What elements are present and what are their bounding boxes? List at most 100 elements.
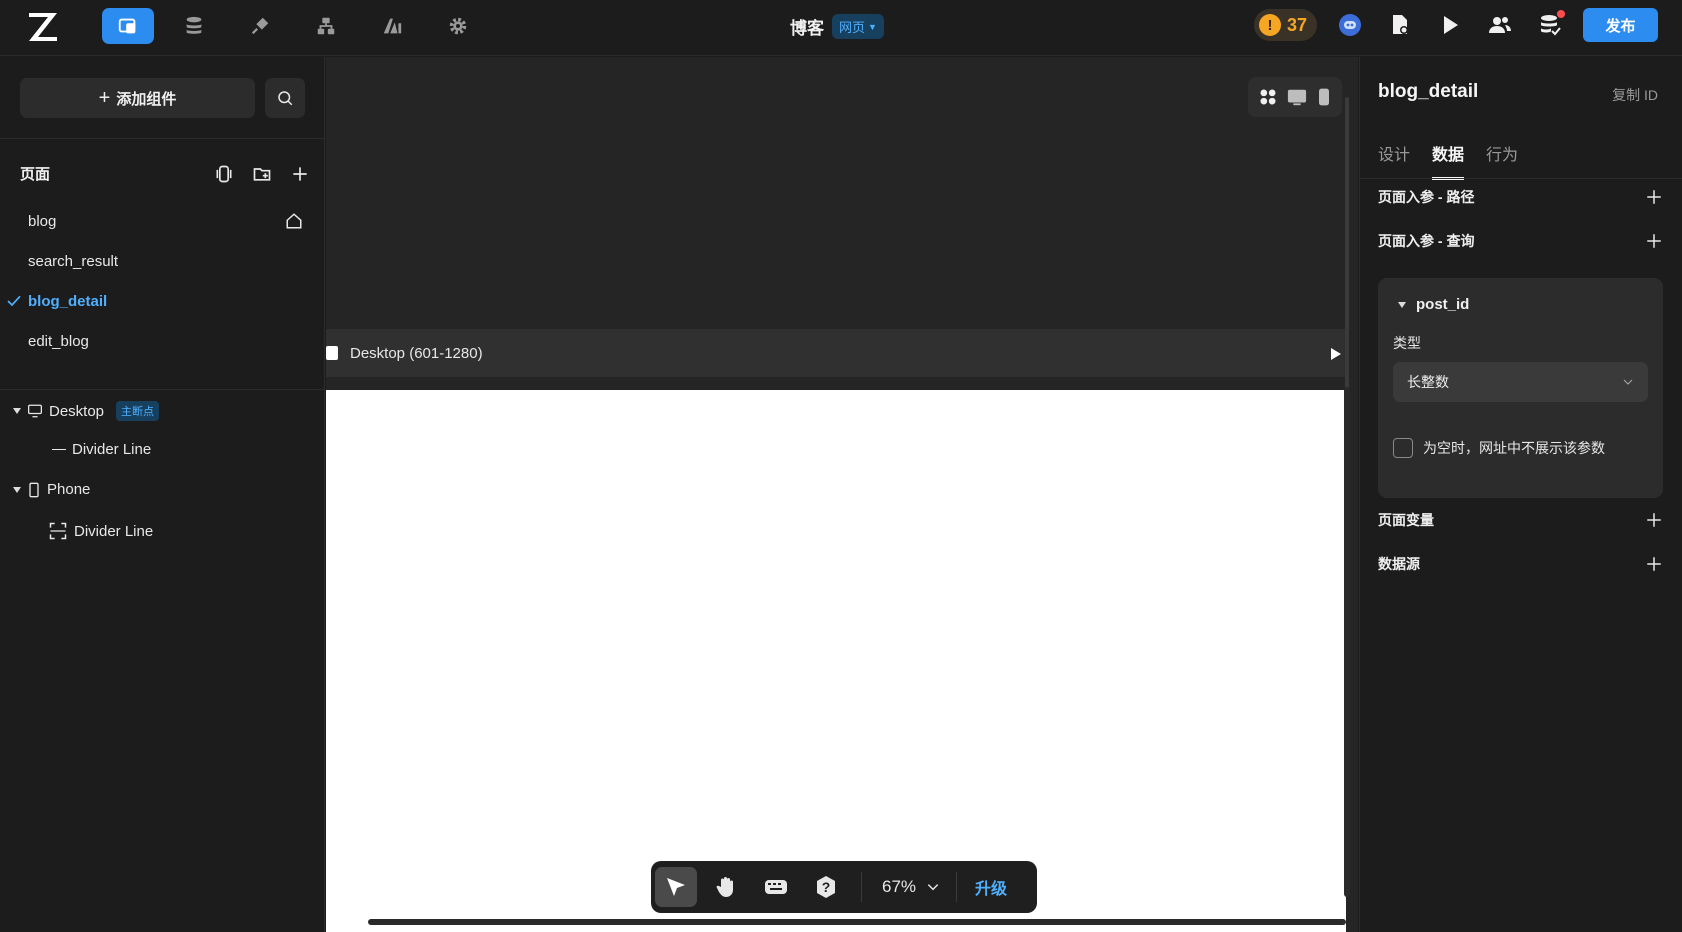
param-type-value: 长整数 [1407, 374, 1449, 390]
project-title-area: 博客 网页 ▼ [790, 14, 884, 39]
add-page-variable-icon[interactable] [1645, 511, 1663, 529]
collapse-caret-icon[interactable] [1398, 301, 1406, 308]
vertical-scrollbar-thumb[interactable] [1344, 387, 1350, 897]
inspector-tabs: 设计 数据 行为 [1378, 141, 1518, 180]
help-icon: ? [817, 876, 835, 898]
warning-count: 37 [1286, 14, 1307, 35]
main-breakpoint-badge: 主断点 [116, 401, 160, 421]
flow-button[interactable] [300, 8, 352, 44]
desktop-icon [28, 404, 42, 418]
keyboard-shortcuts-button[interactable] [755, 867, 797, 907]
line-icon [52, 448, 66, 451]
page-variables-section: 页面变量 [1378, 510, 1663, 530]
tree-node-phone[interactable]: Phone [13, 481, 90, 498]
settings-button[interactable] [432, 8, 484, 44]
page-label: blog_detail [28, 292, 108, 310]
page-label: search_result [28, 252, 119, 270]
database-status-button[interactable] [1533, 8, 1567, 42]
page-label: edit_blog [28, 332, 89, 350]
page-layers-icon[interactable] [214, 164, 234, 184]
ai-button[interactable] [366, 8, 418, 44]
page-item-blog[interactable]: blog [28, 203, 313, 239]
help-button[interactable]: ? [805, 867, 847, 907]
zoom-dropdown[interactable]: 67% [872, 877, 950, 897]
chevron-down-icon [1623, 379, 1633, 385]
app-logo[interactable] [26, 10, 60, 42]
phone-icon [29, 482, 39, 497]
tab-data[interactable]: 数据 [1432, 141, 1465, 180]
horizontal-scrollbar[interactable] [368, 919, 1346, 925]
page-item-search-result[interactable]: search_result [28, 243, 313, 279]
param-header[interactable]: post_id [1398, 296, 1469, 313]
warning-icon: ! [1258, 14, 1281, 36]
right-panel: blog_detail 复制 ID 设计 数据 行为 页面入参 - 路径 页面入… [1359, 57, 1682, 932]
caret-down-icon: ▼ [868, 21, 877, 32]
hand-icon [716, 877, 733, 897]
collaborators-button[interactable] [1483, 8, 1517, 42]
expand-caret-icon[interactable] [13, 486, 21, 493]
tab-behavior[interactable]: 行为 [1486, 141, 1518, 180]
toolbar-separator [956, 872, 958, 902]
add-datasource-icon[interactable] [1645, 555, 1663, 573]
checkbox-label: 为空时，网址中不展示该参数 [1423, 440, 1605, 456]
upgrade-button[interactable]: 升级 [967, 875, 1007, 899]
warnings-button[interactable]: ! 37 [1253, 9, 1317, 41]
zoom-level: 67% [882, 877, 917, 896]
database-button[interactable] [168, 8, 220, 44]
tab-design[interactable]: 设计 [1378, 141, 1410, 180]
section-title: 页面入参 - 查询 [1378, 233, 1475, 249]
pages-tab-button[interactable] [102, 8, 154, 44]
docs-button[interactable] [1383, 8, 1417, 42]
api-button[interactable] [234, 8, 286, 44]
tree-label: Desktop [49, 402, 105, 420]
phone-view-icon[interactable] [1316, 87, 1332, 107]
top-right-actions: ! 37 发布 [1253, 8, 1658, 42]
expand-caret-icon[interactable] [13, 408, 21, 414]
hand-tool-button[interactable] [705, 867, 747, 907]
page-item-edit-blog[interactable]: edit_blog [28, 323, 313, 359]
desktop-breakpoint-icon [326, 346, 338, 360]
param-type-select[interactable]: 长整数 [1393, 362, 1648, 402]
add-path-param-icon[interactable] [1645, 188, 1663, 206]
copy-id-button[interactable]: 复制 ID [1612, 85, 1658, 105]
breakpoint-bar[interactable]: Desktop (601-1280) [326, 329, 1346, 377]
hide-if-empty-checkbox[interactable] [1393, 438, 1413, 458]
chevron-down-icon [927, 884, 939, 891]
query-params-section: 页面入参 - 查询 [1378, 231, 1663, 251]
param-name: post_id [1416, 296, 1470, 313]
publish-button[interactable]: 发布 [1583, 8, 1658, 42]
tree-label: Divider Line [74, 522, 154, 540]
canvas-area[interactable]: Desktop (601-1280) ? 67% 升级 [326, 57, 1358, 932]
play-icon[interactable] [1330, 347, 1342, 361]
top-bar: 博客 网页 ▼ ! 37 发布 [0, 0, 1682, 56]
add-component-button[interactable]: + 添加组件 [20, 78, 255, 118]
page-label: blog [28, 212, 57, 230]
pages-title: 页面 [20, 166, 51, 183]
page-item-blog-detail[interactable]: blog_detail [7, 283, 313, 319]
divider [0, 138, 325, 139]
project-type-dropdown[interactable]: 网页 ▼ [832, 14, 884, 39]
hide-if-empty-option[interactable]: 为空时，网址中不展示该参数 [1393, 438, 1605, 458]
desktop-view-icon[interactable] [1286, 87, 1308, 107]
ai-icon [383, 18, 402, 34]
add-page-icon[interactable] [290, 164, 310, 184]
grid-view-icon[interactable] [1258, 87, 1278, 107]
project-title: 博客 [790, 19, 824, 38]
tree-label: Phone [47, 481, 91, 498]
page-preview[interactable] [326, 390, 1346, 932]
preview-button[interactable] [1433, 8, 1467, 42]
query-param-card: post_id 类型 长整数 为空时，网址中不展示该参数 [1378, 278, 1663, 498]
assistant-button[interactable] [1333, 8, 1367, 42]
tree-node-divider-line[interactable]: Divider Line [52, 441, 151, 458]
check-icon [7, 295, 21, 307]
select-tool-button[interactable] [655, 867, 697, 907]
section-title: 页面变量 [1378, 512, 1434, 528]
add-query-param-icon[interactable] [1645, 232, 1663, 250]
plug-icon [251, 17, 269, 35]
add-component-label: 添加组件 [116, 90, 177, 108]
device-switcher [1248, 77, 1342, 117]
add-folder-icon[interactable] [252, 164, 272, 184]
tree-node-divider-line-phone[interactable]: Divider Line [48, 521, 153, 541]
tree-node-desktop[interactable]: Desktop 主断点 [13, 401, 160, 421]
search-button[interactable] [265, 78, 305, 118]
